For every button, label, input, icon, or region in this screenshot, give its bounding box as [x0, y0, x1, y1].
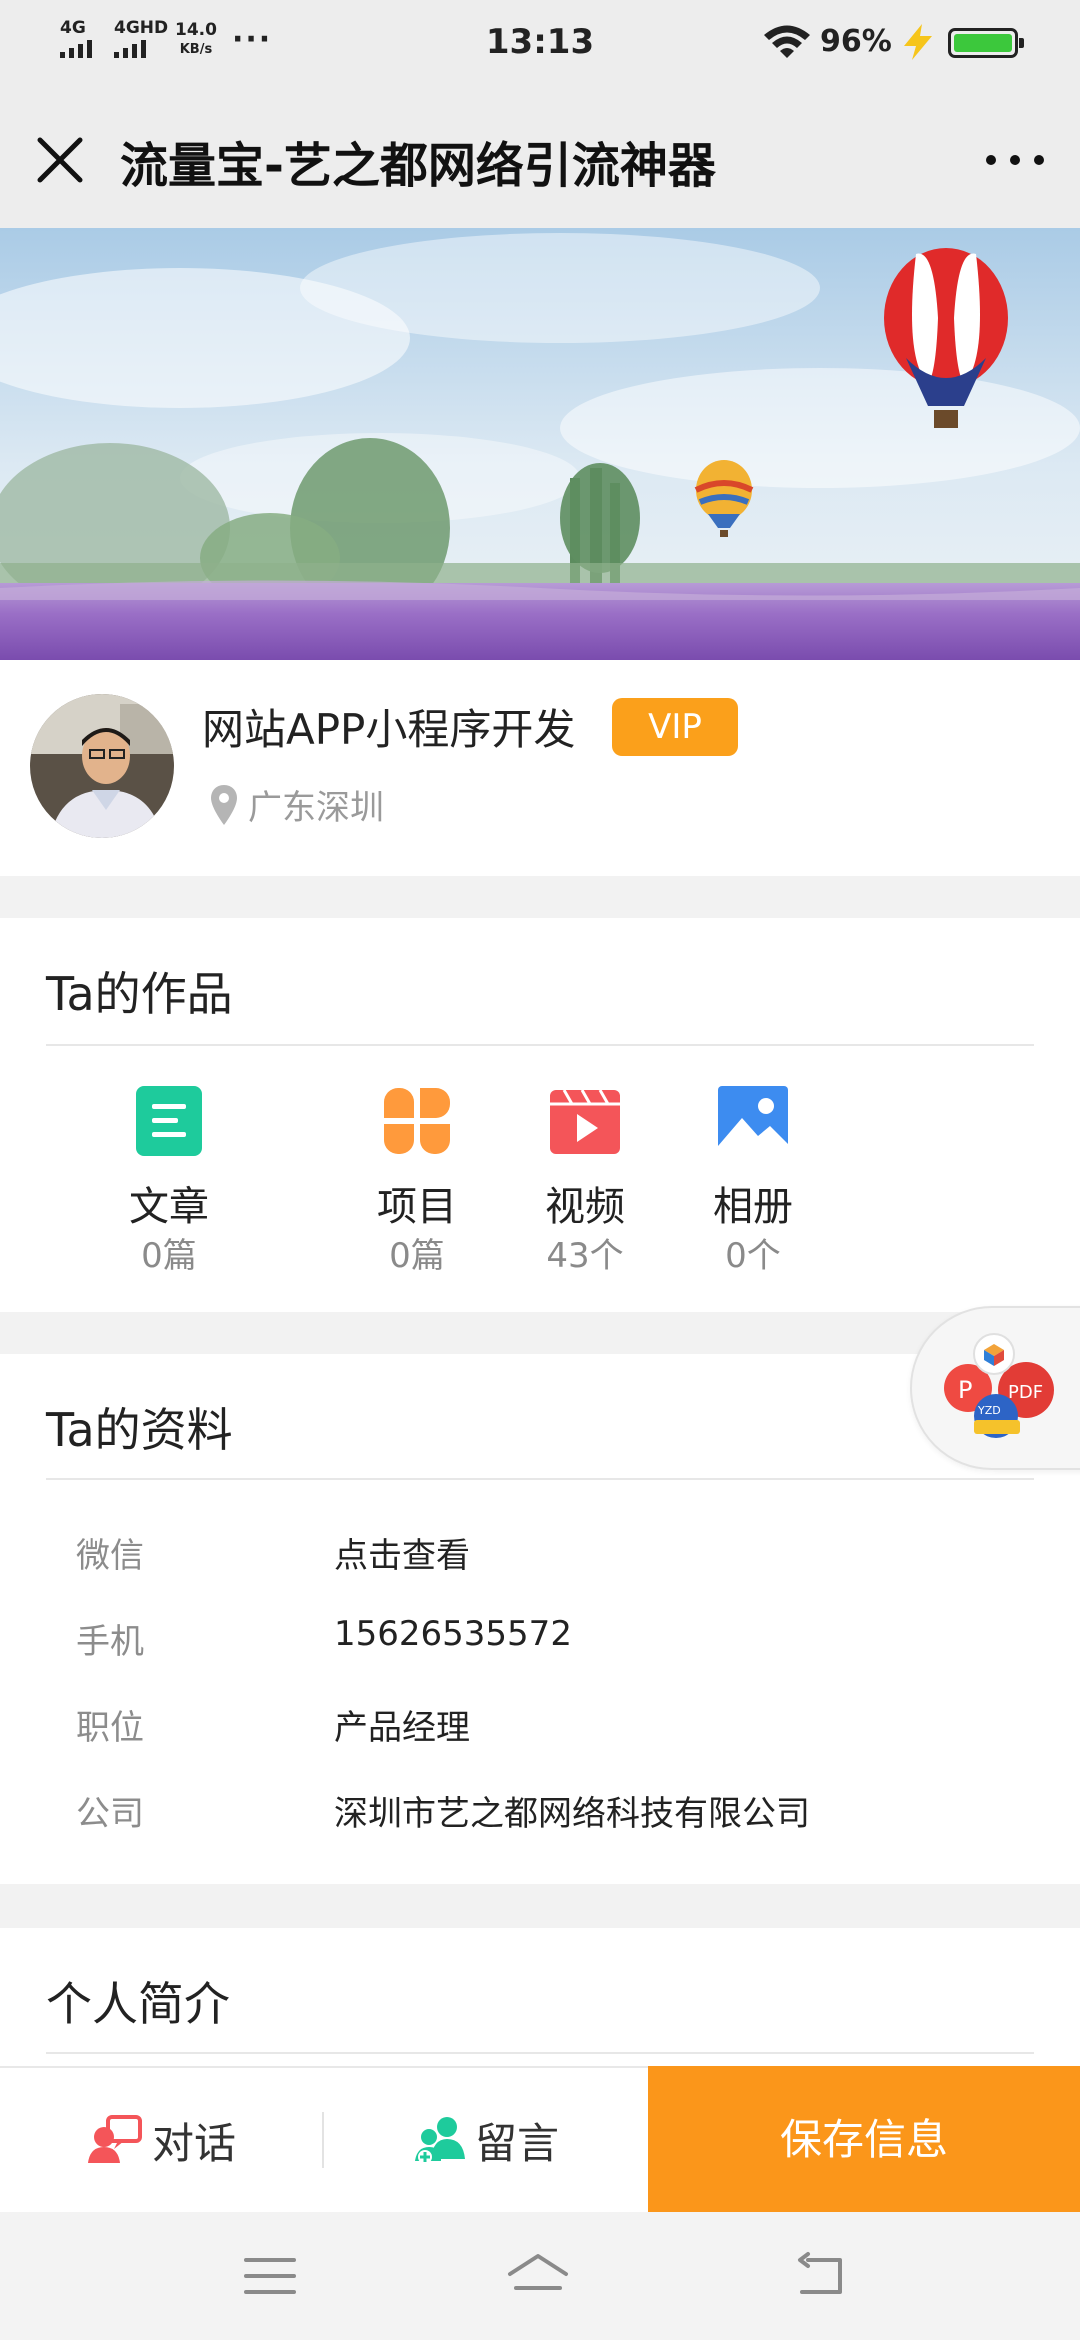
info-key: 手机: [76, 1622, 144, 1662]
save-info-button[interactable]: 保存信息: [648, 2066, 1080, 2214]
works-title: Ta的作品: [46, 967, 233, 1021]
wechat-view-link[interactable]: 点击查看: [334, 1528, 470, 1577]
work-label-albums: 相册: [713, 1184, 793, 1230]
pdf-badge-label: PDF: [1008, 1382, 1043, 1403]
info-key: 微信: [76, 1536, 144, 1576]
document-tools-logo-icon: P PDF YZD: [944, 1333, 1054, 1438]
wifi-icon: [764, 25, 810, 58]
back-icon[interactable]: [792, 2246, 856, 2306]
message-label: 留言: [474, 2118, 559, 2168]
album-icon: [718, 1086, 788, 1156]
profile-card: 网站APP小程序开发 VIP 广东深圳: [0, 660, 1080, 876]
phone-number[interactable]: 15626535572: [334, 1614, 572, 1654]
info-list: 微信 点击查看 手机 15626535572 职位 产品经理 公司 深圳市艺之都…: [0, 1514, 1080, 1858]
more-menu-icon[interactable]: [980, 130, 1050, 190]
work-count-articles: 0篇: [141, 1236, 197, 1276]
info-title: Ta的资料: [46, 1403, 233, 1457]
floating-document-widget[interactable]: P PDF YZD: [910, 1306, 1080, 1470]
info-row-position: 职位 产品经理: [0, 1686, 1080, 1772]
page-title: 流量宝-艺之都网络引流神器: [120, 138, 716, 194]
works-grid: 文章 0篇 项目 0篇 视频 43个 相册 0个: [0, 1084, 1080, 1284]
close-icon[interactable]: [28, 128, 92, 192]
title-bar: 流量宝-艺之都网络引流神器: [0, 86, 1080, 228]
home-icon[interactable]: [506, 2246, 570, 2306]
work-count-albums: 0个: [725, 1236, 781, 1276]
status-bar: 4G 4GHD 14.0 KB/s ··· 13:13 96%: [0, 0, 1080, 86]
location: 广东深圳: [210, 780, 384, 829]
article-icon: [136, 1086, 202, 1156]
info-row-phone[interactable]: 手机 15626535572: [0, 1600, 1080, 1686]
project-icon: [384, 1088, 450, 1154]
profile-name: 网站APP小程序开发: [202, 705, 576, 754]
info-row-company: 公司 深圳市艺之都网络科技有限公司: [0, 1772, 1080, 1858]
company-value: 深圳市艺之都网络科技有限公司: [334, 1794, 810, 1834]
work-label-articles: 文章: [129, 1184, 209, 1230]
menu-icon[interactable]: [238, 2246, 302, 2306]
location-text: 广东深圳: [248, 788, 384, 828]
intro-divider: [46, 2052, 1034, 2054]
battery-percent: 96%: [820, 24, 892, 59]
intro-section: 个人简介: [0, 1928, 1080, 2068]
position-value: 产品经理: [334, 1708, 470, 1748]
bottom-action-bar: 对话 留言 保存信息: [0, 2066, 1080, 2214]
chat-label: 对话: [151, 2118, 236, 2168]
battery-icon: [948, 28, 1024, 58]
lavender-field-balloons-illustration: [0, 228, 1080, 660]
banner-image: [0, 228, 1080, 660]
chat-button[interactable]: 对话: [0, 2068, 324, 2212]
system-nav-bar: [0, 2212, 1080, 2340]
info-row-wechat[interactable]: 微信 点击查看: [0, 1514, 1080, 1600]
vip-badge: VIP: [612, 698, 738, 756]
message-group-icon: [414, 2117, 465, 2164]
leave-message-button[interactable]: 留言: [324, 2068, 648, 2212]
video-icon: [550, 1089, 620, 1154]
widget-logo-text: YZD: [977, 1404, 1001, 1417]
charging-icon: [904, 24, 932, 60]
chat-icon: [87, 2115, 142, 2163]
avatar[interactable]: [30, 694, 174, 838]
info-divider: [46, 1478, 1034, 1480]
work-item-albums[interactable]: 相册 0个: [618, 1084, 888, 1284]
info-key: 职位: [76, 1708, 144, 1748]
info-key: 公司: [76, 1794, 144, 1834]
location-pin-icon: [211, 784, 237, 825]
works-section: Ta的作品 文章 0篇 项目 0篇 视频 43个 相册 0个: [0, 918, 1080, 1312]
intro-title: 个人简介: [46, 1977, 230, 2031]
works-divider: [46, 1044, 1034, 1046]
work-item-articles[interactable]: 文章 0篇: [34, 1084, 304, 1284]
p-badge-label: P: [958, 1376, 972, 1404]
